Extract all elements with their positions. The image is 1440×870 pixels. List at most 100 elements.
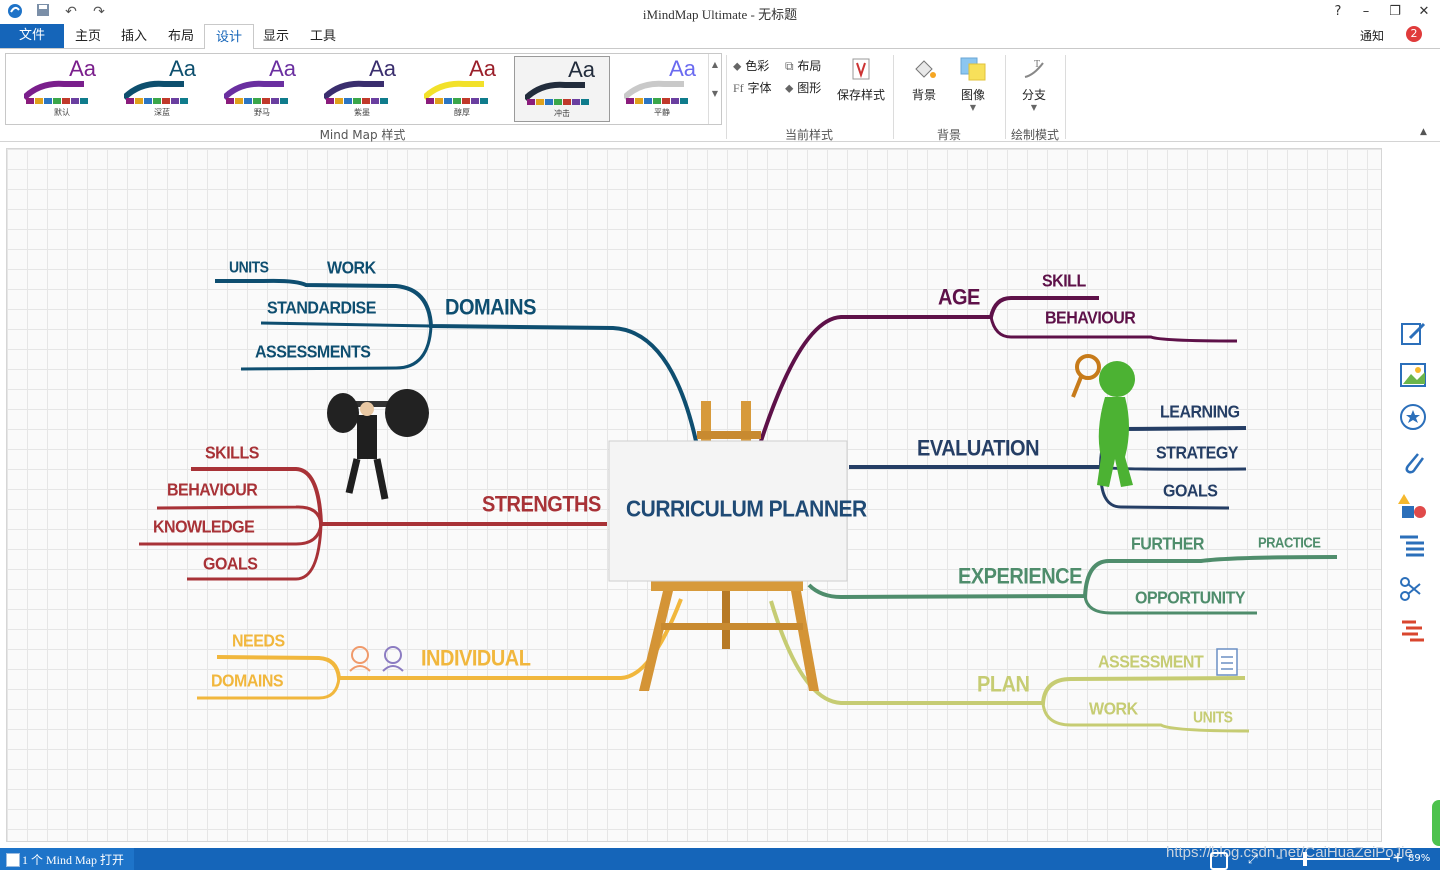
central-topic[interactable]: CURRICULUM PLANNER — [626, 497, 867, 524]
gantt-icon[interactable] — [1398, 616, 1430, 648]
image-icon[interactable] — [1398, 360, 1430, 392]
subtopic-knowledge[interactable]: KNOWLEDGE — [153, 518, 255, 538]
style-preview-swatch — [525, 81, 589, 105]
menu-bar: 文件 主页 插入 布局 设计 显示 工具 通知 2 — [0, 24, 1440, 50]
chevron-up-icon[interactable]: ▲ — [709, 60, 721, 69]
minimize-button[interactable]: – — [1354, 2, 1378, 22]
menu-tools[interactable]: 工具 — [305, 24, 341, 48]
style-label: 野马 — [254, 108, 270, 117]
font-button[interactable]: Ff 字体 — [733, 79, 772, 96]
status-bar: 1 个 Mind Map 打开 https://blog.csdn.net/Ca… — [0, 844, 1440, 870]
ribbon: Aa 默认 Aa 深蓝 Aa 野马 Aa 紫墨 Aa 醇厚 Aa 冲击 Aa 平静 ▲ ▼ Mind Ma… — [0, 49, 1440, 142]
subtopic-behaviour[interactable]: BEHAVIOUR — [1045, 309, 1136, 329]
subtopic-needs[interactable]: NEEDS — [232, 632, 285, 652]
background-button[interactable]: 背景 — [904, 55, 944, 103]
style-gallery: Aa 默认 Aa 深蓝 Aa 野马 Aa 紫墨 Aa 醇厚 Aa 冲击 Aa 平静 ▲ ▼ — [5, 53, 722, 125]
image-icon — [960, 57, 986, 81]
subtopic-work[interactable]: WORK — [1089, 700, 1138, 720]
style-tile-1[interactable]: Aa 深蓝 — [114, 56, 210, 120]
subtopic-opportunity[interactable]: OPPORTUNITY — [1135, 589, 1246, 609]
chevron-down-icon[interactable]: ▼ — [709, 89, 721, 98]
style-label: 深蓝 — [154, 108, 170, 117]
zoom-level: 89% — [1408, 853, 1431, 864]
subtopic-skill[interactable]: SKILL — [1042, 272, 1086, 292]
star-icon[interactable] — [1398, 402, 1430, 434]
style-tile-0[interactable]: Aa 默认 — [14, 56, 110, 120]
branch-button[interactable]: T 分支 ▼ — [1014, 55, 1054, 112]
layout-button[interactable]: ⧉ 布局 — [785, 57, 821, 74]
menu-layout[interactable]: 布局 — [163, 24, 199, 48]
side-handle[interactable] — [1432, 800, 1440, 846]
subtopic-standardise[interactable]: STANDARDISE — [267, 299, 376, 319]
subtopic-practice[interactable]: PRACTICE — [1258, 534, 1321, 551]
zoom-out-button[interactable]: – — [1276, 850, 1283, 866]
subtopic-assessments[interactable]: ASSESSMENTS — [255, 343, 371, 363]
notify-label[interactable]: 通知 — [1360, 27, 1384, 44]
draw-mode-group-label: 绘制模式 — [1010, 128, 1059, 142]
image-button[interactable]: 图像 ▼ — [953, 55, 993, 112]
menu-home[interactable]: 主页 — [70, 24, 106, 48]
close-button[interactable]: ✕ — [1412, 2, 1436, 22]
subtopic-skills[interactable]: SKILLS — [205, 444, 259, 464]
zoom-slider-thumb[interactable] — [1303, 852, 1307, 866]
scissors-icon[interactable] — [1398, 574, 1430, 606]
layout-label: 布局 — [797, 59, 822, 73]
topic-strengths[interactable]: STRENGTHS — [482, 493, 601, 519]
shape-button[interactable]: ⬥ 图形 — [785, 79, 821, 96]
zoom-in-button[interactable]: + — [1392, 850, 1404, 866]
save-style-label: 保存样式 — [836, 88, 885, 102]
subtopic-units[interactable]: UNITS — [1193, 708, 1233, 726]
outline-icon[interactable] — [1398, 532, 1430, 564]
subtopic-work[interactable]: WORK — [327, 259, 376, 279]
subtopic-assessment[interactable]: ASSESSMENT — [1098, 653, 1204, 673]
collapse-ribbon-icon[interactable]: ▲ — [1420, 127, 1427, 137]
subtopic-learning[interactable]: LEARNING — [1160, 403, 1240, 423]
style-label: 平静 — [654, 108, 670, 117]
style-tile-2[interactable]: Aa 野马 — [214, 56, 310, 120]
topic-experience[interactable]: EXPERIENCE — [958, 565, 1082, 591]
subtopic-units[interactable]: UNITS — [229, 258, 269, 276]
image-label: 图像 — [960, 88, 985, 102]
gallery-scroll[interactable]: ▲ ▼ — [708, 54, 721, 124]
style-tile-6[interactable]: Aa 平静 — [614, 56, 710, 120]
branch-label: 分支 — [1021, 88, 1046, 102]
svg-text:T: T — [1034, 59, 1040, 70]
style-tile-5[interactable]: Aa 冲击 — [514, 56, 610, 122]
fullscreen-icon[interactable]: ⤢ — [1248, 852, 1258, 867]
topic-plan[interactable]: PLAN — [977, 673, 1030, 699]
branch-icon: T — [1024, 59, 1044, 78]
style-label: 紫墨 — [354, 108, 370, 117]
subtopic-domains[interactable]: DOMAINS — [211, 672, 284, 692]
menu-view[interactable]: 显示 — [258, 24, 294, 48]
dropdown-arrow-icon: ▼ — [1030, 103, 1038, 112]
menu-insert[interactable]: 插入 — [116, 24, 152, 48]
style-tile-4[interactable]: Aa 醇厚 — [414, 56, 510, 120]
save-style-button[interactable]: 保存样式 — [836, 55, 886, 103]
style-preview-swatch — [424, 80, 488, 104]
subtopic-further[interactable]: FURTHER — [1131, 535, 1204, 555]
background-label: 背景 — [911, 88, 936, 102]
subtopic-goals[interactable]: GOALS — [203, 555, 258, 575]
fit-icon[interactable] — [1210, 852, 1228, 870]
subtopic-goals[interactable]: GOALS — [1163, 482, 1218, 502]
restore-button[interactable]: ❐ — [1383, 2, 1407, 22]
menu-file[interactable]: 文件 — [0, 24, 64, 48]
mindmap-canvas[interactable]: CURRICULUM PLANNER DOMAINS UNITS WORK STANDA… — [6, 148, 1382, 842]
topic-domains[interactable]: DOMAINS — [445, 296, 536, 322]
subtopic-strategy[interactable]: STRATEGY — [1156, 444, 1238, 464]
menu-design[interactable]: 设计 — [204, 24, 254, 50]
topic-individual[interactable]: INDIVIDUAL — [421, 647, 531, 673]
color-button[interactable]: ⬥ 色彩 — [733, 57, 769, 74]
topic-age[interactable]: AGE — [938, 286, 980, 312]
topic-evaluation[interactable]: EVALUATION — [917, 437, 1040, 463]
notify-badge[interactable]: 2 — [1406, 26, 1422, 42]
subtopic-behaviour[interactable]: BEHAVIOUR — [167, 481, 258, 501]
shapes-icon[interactable] — [1398, 490, 1430, 522]
divider — [893, 55, 894, 139]
save-style-icon — [852, 58, 870, 80]
style-tile-3[interactable]: Aa 紫墨 — [314, 56, 410, 120]
paperclip-icon[interactable] — [1398, 446, 1430, 478]
edit-icon[interactable] — [1398, 318, 1430, 350]
help-button[interactable]: ? — [1326, 2, 1350, 22]
font-label: 字体 — [747, 81, 772, 95]
